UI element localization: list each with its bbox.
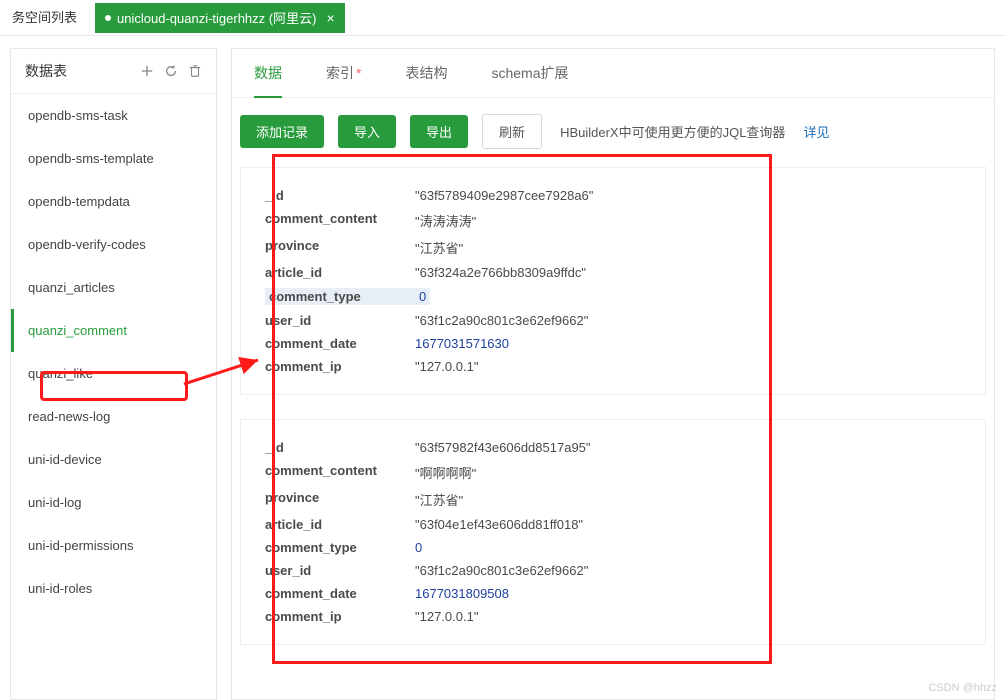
- content-tab-0[interactable]: 数据: [232, 49, 304, 97]
- refresh-button[interactable]: 刷新: [482, 114, 542, 149]
- field-value: "江苏省": [415, 238, 463, 257]
- field-value: "63f5789409e2987cee7928a6": [415, 188, 593, 203]
- field-row-user_id: user_id"63f1c2a90c801c3e62ef9662": [265, 559, 961, 582]
- field-row-article_id: article_id"63f04e1ef43e606dd81ff018": [265, 513, 961, 536]
- field-value: "63f324a2e766bb8309a9ffdc": [415, 265, 586, 280]
- tab-active-label: unicloud-quanzi-tigerhhzz (阿里云): [117, 8, 316, 27]
- field-row-user_id: user_id"63f1c2a90c801c3e62ef9662": [265, 309, 961, 332]
- field-value: "63f57982f43e606dd8517a95": [415, 440, 591, 455]
- field-key: article_id: [265, 265, 415, 280]
- field-row-_id: _id"63f5789409e2987cee7928a6": [265, 184, 961, 207]
- field-row-comment_date: comment_date1677031809508: [265, 582, 961, 605]
- field-key: province: [265, 238, 415, 257]
- add-icon[interactable]: [140, 64, 154, 78]
- sidebar-item-read-news-log[interactable]: read-news-log: [11, 395, 216, 438]
- field-row-article_id: article_id"63f324a2e766bb8309a9ffdc": [265, 261, 961, 284]
- close-icon[interactable]: ×: [326, 10, 334, 26]
- field-value: "127.0.0.1": [415, 609, 478, 624]
- field-key: comment_type: [265, 540, 415, 555]
- sidebar-item-opendb-verify-codes[interactable]: opendb-verify-codes: [11, 223, 216, 266]
- field-key: article_id: [265, 517, 415, 532]
- field-value: "63f04e1ef43e606dd81ff018": [415, 517, 583, 532]
- field-row-province: province"江苏省": [265, 486, 961, 513]
- tab-bar: 务空间列表 unicloud-quanzi-tigerhhzz (阿里云) ×: [0, 0, 1005, 36]
- field-key: comment_ip: [265, 359, 415, 374]
- field-value: "江苏省": [415, 490, 463, 509]
- content-tabs: 数据索引*表结构schema扩展: [232, 49, 994, 98]
- unsaved-dot-icon: [105, 15, 111, 21]
- field-row-comment_type: comment_type0: [265, 284, 961, 309]
- import-button[interactable]: 导入: [338, 115, 396, 148]
- field-row-_id: _id"63f57982f43e606dd8517a95": [265, 436, 961, 459]
- field-row-comment_ip: comment_ip"127.0.0.1": [265, 605, 961, 628]
- field-row-comment_type: comment_type0: [265, 536, 961, 559]
- sidebar-item-uni-id-roles[interactable]: uni-id-roles: [11, 567, 216, 610]
- content-area: 数据索引*表结构schema扩展 添加记录 导入 导出 刷新 HBuilderX…: [231, 48, 995, 700]
- field-value: 0: [415, 288, 430, 305]
- sidebar: 数据表 opendb-sms-taskopendb-sms-templateop…: [10, 48, 217, 700]
- delete-icon[interactable]: [188, 64, 202, 78]
- field-value: 1677031809508: [415, 586, 509, 601]
- content-tab-1[interactable]: 索引*: [304, 49, 383, 97]
- refresh-icon[interactable]: [164, 64, 178, 78]
- toolbar: 添加记录 导入 导出 刷新 HBuilderX中可使用更方便的JQL查询器 详见: [232, 98, 994, 167]
- add-record-button[interactable]: 添加记录: [240, 115, 324, 148]
- field-value: "啊啊啊啊": [415, 463, 476, 482]
- field-value: "63f1c2a90c801c3e62ef9662": [415, 563, 588, 578]
- field-key: _id: [265, 440, 415, 455]
- tab-active-service-space[interactable]: unicloud-quanzi-tigerhhzz (阿里云) ×: [95, 3, 345, 33]
- table-list[interactable]: opendb-sms-taskopendb-sms-templateopendb…: [11, 94, 216, 699]
- sidebar-item-uni-id-log[interactable]: uni-id-log: [11, 481, 216, 524]
- field-row-comment_date: comment_date1677031571630: [265, 332, 961, 355]
- toolbar-hint: HBuilderX中可使用更方便的JQL查询器: [560, 122, 785, 141]
- watermark: CSDN @hhzz: [928, 682, 997, 694]
- sidebar-item-opendb-sms-template[interactable]: opendb-sms-template: [11, 137, 216, 180]
- field-key: comment_date: [265, 336, 415, 351]
- record-card[interactable]: _id"63f5789409e2987cee7928a6"comment_con…: [240, 167, 986, 395]
- sidebar-item-opendb-sms-task[interactable]: opendb-sms-task: [11, 94, 216, 137]
- sidebar-title: 数据表: [25, 61, 67, 81]
- tab-space-list[interactable]: 务空间列表: [0, 0, 89, 36]
- main-content: 数据表 opendb-sms-taskopendb-sms-templateop…: [0, 36, 1005, 700]
- field-row-comment_content: comment_content"涛涛涛涛": [265, 207, 961, 234]
- field-key: comment_ip: [265, 609, 415, 624]
- field-key: user_id: [265, 313, 415, 328]
- field-key: comment_content: [265, 463, 415, 482]
- field-value: "63f1c2a90c801c3e62ef9662": [415, 313, 588, 328]
- field-key: user_id: [265, 563, 415, 578]
- sidebar-item-quanzi_articles[interactable]: quanzi_articles: [11, 266, 216, 309]
- sidebar-item-opendb-tempdata[interactable]: opendb-tempdata: [11, 180, 216, 223]
- field-value: 1677031571630: [415, 336, 509, 351]
- record-card[interactable]: _id"63f57982f43e606dd8517a95"comment_con…: [240, 419, 986, 645]
- field-key: _id: [265, 188, 415, 203]
- field-row-comment_content: comment_content"啊啊啊啊": [265, 459, 961, 486]
- toolbar-link[interactable]: 详见: [803, 122, 829, 141]
- sidebar-item-quanzi_comment[interactable]: quanzi_comment: [11, 309, 216, 352]
- field-key: comment_content: [265, 211, 415, 230]
- content-tab-2[interactable]: 表结构: [383, 49, 469, 97]
- records-container: _id"63f5789409e2987cee7928a6"comment_con…: [232, 167, 994, 669]
- field-key: comment_date: [265, 586, 415, 601]
- sidebar-item-uni-id-device[interactable]: uni-id-device: [11, 438, 216, 481]
- sidebar-item-quanzi_like[interactable]: quanzi_like: [11, 352, 216, 395]
- field-value: "涛涛涛涛": [415, 211, 476, 230]
- field-row-comment_ip: comment_ip"127.0.0.1": [265, 355, 961, 378]
- field-value: 0: [415, 540, 422, 555]
- sidebar-item-uni-id-permissions[interactable]: uni-id-permissions: [11, 524, 216, 567]
- sidebar-header: 数据表: [11, 49, 216, 94]
- field-row-province: province"江苏省": [265, 234, 961, 261]
- export-button[interactable]: 导出: [410, 115, 468, 148]
- field-value: "127.0.0.1": [415, 359, 478, 374]
- field-key: comment_type: [265, 288, 415, 305]
- field-key: province: [265, 490, 415, 509]
- content-tab-3[interactable]: schema扩展: [469, 49, 590, 97]
